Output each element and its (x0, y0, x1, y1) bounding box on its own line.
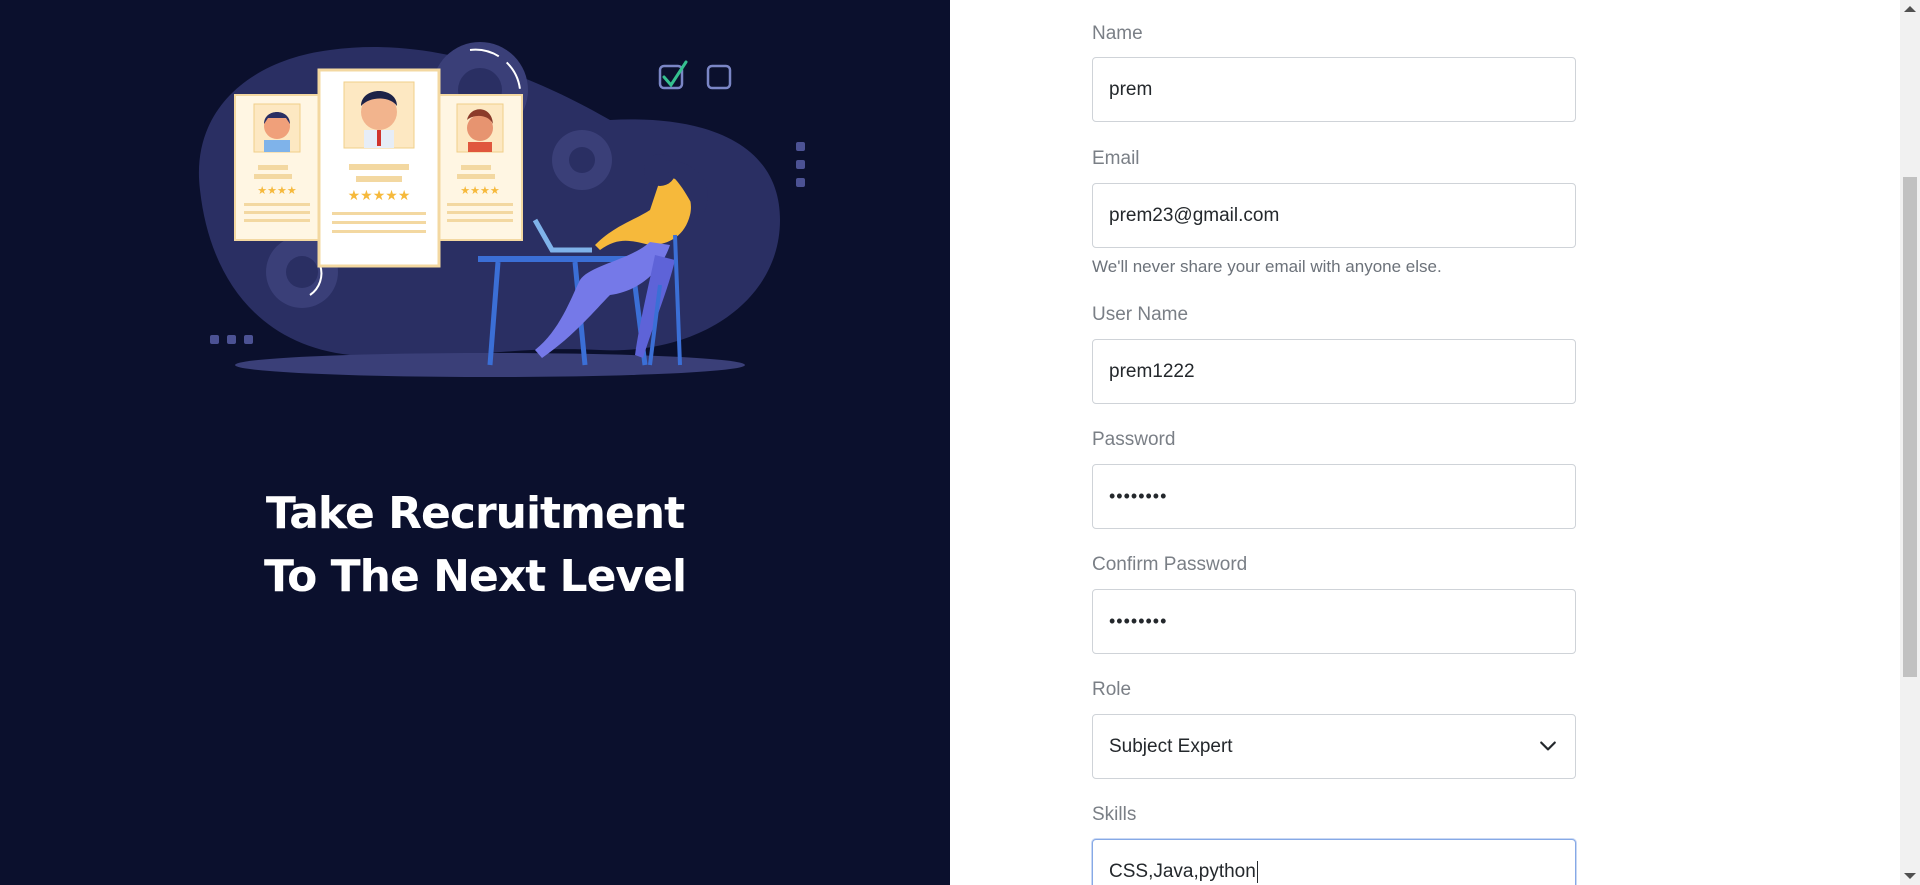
confirm-password-input[interactable]: •••••••• (1092, 589, 1576, 654)
tagline-line-2: To The Next Level (263, 551, 687, 602)
tagline-line-1: Take Recruitment (265, 488, 685, 539)
scroll-up-arrow-icon[interactable] (1904, 6, 1916, 12)
username-value: prem1222 (1109, 360, 1195, 382)
role-select[interactable]: Subject Expert (1092, 714, 1576, 779)
text-caret (1256, 860, 1258, 883)
password-label: Password (1092, 429, 1176, 450)
name-value: prem (1109, 78, 1153, 100)
email-value: prem23@gmail.com (1109, 204, 1280, 226)
name-label: Name (1092, 23, 1143, 44)
password-input[interactable]: •••••••• (1092, 464, 1576, 529)
email-input[interactable]: prem23@gmail.com (1092, 183, 1576, 248)
skills-value: CSS,Java,python (1109, 860, 1256, 882)
role-label: Role (1092, 679, 1132, 700)
skills-input[interactable]: CSS,Java,python (1092, 839, 1576, 885)
username-label: User Name (1092, 304, 1189, 325)
role-value: Subject Expert (1109, 735, 1233, 757)
email-label: Email (1092, 148, 1140, 169)
svg-text:★★★★★: ★★★★★ (348, 187, 411, 203)
confirm-password-label: Confirm Password (1092, 554, 1248, 575)
skills-label: Skills (1092, 804, 1137, 825)
svg-text:★★★★: ★★★★ (460, 185, 500, 197)
hero-tagline: Take Recruitment To The Next Level (0, 482, 950, 608)
svg-text:★★★★: ★★★★ (257, 185, 297, 197)
registration-panel: Name prem Email prem23@gmail.com We'll n… (950, 0, 1900, 885)
username-input[interactable]: prem1222 (1092, 339, 1576, 404)
email-help-text: We'll never share your email with anyone… (1092, 257, 1442, 276)
scroll-down-arrow-icon[interactable] (1904, 873, 1916, 879)
confirm-password-value: •••••••• (1109, 611, 1168, 631)
chevron-down-icon (1540, 741, 1556, 751)
hero-panel: ★★★★ ★★★★ ★★★★★ Take Recruitment To The … (0, 0, 950, 885)
recruitment-illustration: ★★★★ ★★★★ ★★★★★ (198, 42, 805, 377)
password-value: •••••••• (1109, 486, 1168, 506)
name-input[interactable]: prem (1092, 57, 1576, 122)
page-scrollbar[interactable] (1900, 0, 1920, 885)
scrollbar-thumb[interactable] (1903, 177, 1917, 677)
